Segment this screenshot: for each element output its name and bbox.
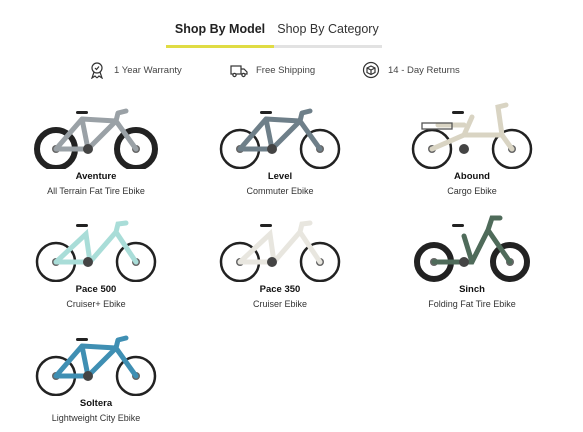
- product-category: Folding Fat Tire Ebike: [428, 299, 516, 309]
- tab-active-indicator: [166, 45, 274, 48]
- product-card[interactable]: Level Commuter Ebike: [210, 95, 350, 197]
- product-name[interactable]: Level: [210, 171, 350, 183]
- product-image[interactable]: [210, 95, 350, 169]
- product-image[interactable]: [26, 208, 166, 282]
- award-ribbon-icon: [88, 61, 106, 79]
- product-card[interactable]: Sinch Folding Fat Tire Ebike: [402, 208, 542, 310]
- product-name[interactable]: Soltera: [26, 398, 166, 410]
- product-image[interactable]: [402, 208, 542, 282]
- product-name[interactable]: Pace 500: [26, 284, 166, 296]
- product-card[interactable]: Abound Cargo Ebike: [402, 95, 542, 197]
- benefit-warranty: 1 Year Warranty: [88, 60, 182, 80]
- product-name[interactable]: Abound: [402, 171, 542, 183]
- benefit-returns-label: 14 - Day Returns: [388, 64, 460, 76]
- product-image[interactable]: [26, 322, 166, 396]
- benefit-returns: 14 - Day Returns: [362, 60, 460, 80]
- shop-tabs: Shop By Model Shop By Category: [166, 14, 382, 48]
- tab-inactive-indicator: [274, 45, 382, 48]
- benefits-row: 1 Year Warranty Free Shipping 14 - Day R…: [0, 60, 583, 80]
- product-name[interactable]: Sinch: [402, 284, 542, 296]
- delivery-truck-icon: [230, 61, 248, 79]
- product-category: Cruiser Ebike: [252, 299, 308, 309]
- benefit-shipping-label: Free Shipping: [256, 64, 316, 76]
- product-image[interactable]: [402, 95, 542, 169]
- product-card[interactable]: Soltera Lightweight City Ebike: [26, 322, 166, 424]
- benefit-shipping: Free Shipping: [230, 60, 315, 80]
- tab-shop-by-model[interactable]: Shop By Model: [166, 14, 274, 44]
- product-card[interactable]: Pace 500 Cruiser+ Ebike: [26, 208, 166, 310]
- product-card[interactable]: Aventure All Terrain Fat Tire Ebike: [26, 95, 166, 197]
- product-image[interactable]: [210, 208, 350, 282]
- product-category: Lightweight City Ebike: [51, 413, 141, 423]
- tab-shop-by-category[interactable]: Shop By Category: [274, 14, 382, 44]
- benefit-warranty-label: 1 Year Warranty: [114, 64, 182, 76]
- product-image[interactable]: [26, 95, 166, 169]
- product-category: Cruiser+ Ebike: [66, 299, 126, 309]
- product-name[interactable]: Pace 350: [210, 284, 350, 296]
- product-card[interactable]: Pace 350 Cruiser Ebike: [210, 208, 350, 310]
- return-box-icon: [362, 61, 380, 79]
- product-category: All Terrain Fat Tire Ebike: [47, 186, 145, 196]
- product-category: Commuter Ebike: [246, 186, 314, 196]
- product-category: Cargo Ebike: [447, 186, 497, 196]
- product-name[interactable]: Aventure: [26, 171, 166, 183]
